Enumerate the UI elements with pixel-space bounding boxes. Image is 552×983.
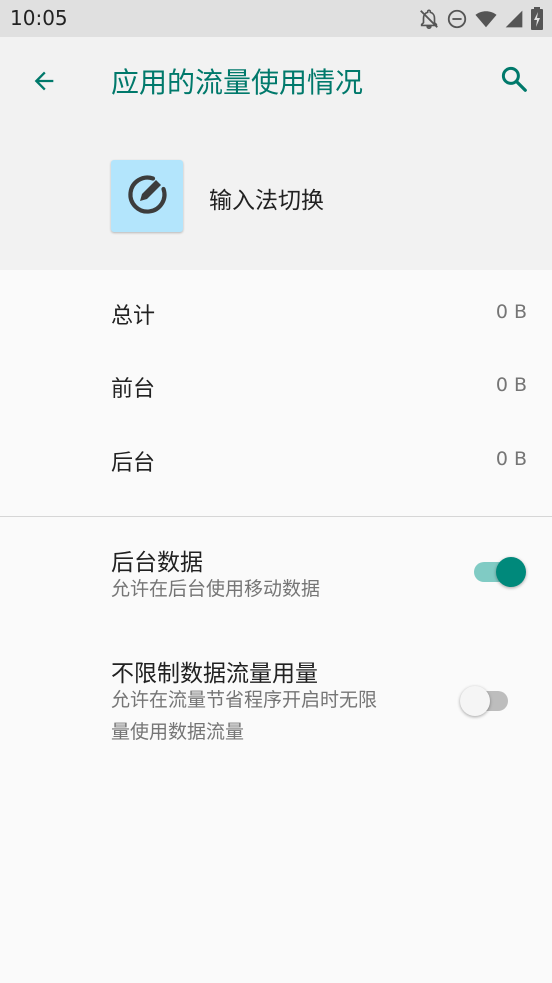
section-divider <box>0 516 552 517</box>
background-data-switch[interactable] <box>470 551 526 591</box>
usage-label: 总计 <box>111 304 156 329</box>
unrestricted-data-switch[interactable] <box>460 680 516 720</box>
notifications-off-icon <box>418 8 440 30</box>
preference-summary: 允许在后台使用移动数据 <box>111 578 321 600</box>
preference-summary-line1: 允许在流量节省程序开启时无限 <box>111 689 378 711</box>
background-data-preference[interactable]: 后台数据 允许在后台使用移动数据 <box>0 543 552 613</box>
edit-pencil-icon <box>123 170 171 222</box>
usage-label: 前台 <box>111 377 156 402</box>
usage-value: 0 B <box>495 448 527 470</box>
arrow-back-icon <box>30 67 58 99</box>
battery-charging-icon <box>530 7 544 31</box>
usage-value: 0 B <box>495 301 527 323</box>
back-button[interactable] <box>24 63 64 103</box>
usage-row-foreground: 前台 0 B <box>0 361 552 411</box>
preference-summary-line2: 量使用数据流量 <box>111 721 245 743</box>
search-button[interactable] <box>494 61 534 101</box>
status-icons <box>418 7 544 31</box>
app-icon <box>111 160 183 232</box>
switch-thumb <box>460 686 490 716</box>
do-not-disturb-icon <box>446 8 468 30</box>
preference-title: 后台数据 <box>111 550 203 576</box>
usage-row-background: 后台 0 B <box>0 435 552 485</box>
wifi-icon <box>474 8 498 30</box>
usage-row-total: 总计 0 B <box>0 288 552 338</box>
unrestricted-data-preference[interactable]: 不限制数据流量用量 允许在流量节省程序开启时无限 量使用数据流量 <box>0 654 552 754</box>
usage-value: 0 B <box>495 374 527 396</box>
preference-title: 不限制数据流量用量 <box>111 661 318 687</box>
switch-thumb <box>496 557 526 587</box>
page-title: 应用的流量使用情况 <box>111 66 364 99</box>
status-bar: 10:05 <box>0 0 552 37</box>
usage-label: 后台 <box>111 451 156 476</box>
app-name: 输入法切换 <box>209 188 324 214</box>
signal-icon <box>504 8 524 30</box>
search-icon <box>499 64 529 98</box>
app-header: 应用的流量使用情况 输入法切换 <box>0 37 552 270</box>
status-time: 10:05 <box>10 6 68 30</box>
